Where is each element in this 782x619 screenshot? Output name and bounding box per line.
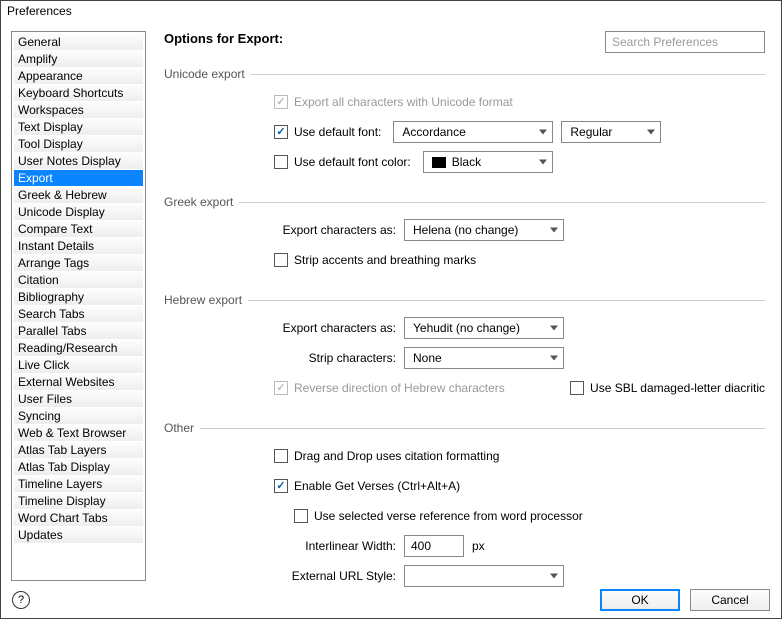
legend-hebrew: Hebrew export — [164, 293, 248, 307]
sidebar-item-user-files[interactable]: User Files — [14, 391, 143, 408]
select-font-style[interactable]: Regular — [561, 121, 661, 143]
sidebar-item-live-click[interactable]: Live Click — [14, 357, 143, 374]
label-external-url-style: External URL Style: — [164, 569, 404, 583]
select-font-color[interactable]: Black — [423, 151, 553, 173]
select-strip-characters[interactable]: None — [404, 347, 564, 369]
sidebar-item-user-notes-display[interactable]: User Notes Display — [14, 153, 143, 170]
sidebar-item-appearance[interactable]: Appearance — [14, 68, 143, 85]
preferences-sidebar: GeneralAmplifyAppearanceKeyboard Shortcu… — [11, 31, 146, 581]
cancel-button[interactable]: Cancel — [690, 589, 770, 611]
ok-button[interactable]: OK — [600, 589, 680, 611]
select-greek-export-as[interactable]: Helena (no change) — [404, 219, 564, 241]
label-use-selected-verse: Use selected verse reference from word p… — [308, 509, 583, 523]
sidebar-item-syncing[interactable]: Syncing — [14, 408, 143, 425]
label-use-default-font: Use default font: — [288, 125, 381, 139]
select-external-url-style[interactable] — [404, 565, 564, 587]
page-title: Options for Export: — [164, 31, 283, 46]
label-drag-drop-citation: Drag and Drop uses citation formatting — [288, 449, 499, 463]
label-strip-characters: Strip characters: — [164, 351, 404, 365]
sidebar-item-instant-details[interactable]: Instant Details — [14, 238, 143, 255]
sidebar-item-arrange-tags[interactable]: Arrange Tags — [14, 255, 143, 272]
label-use-default-font-color: Use default font color: — [288, 155, 411, 169]
sidebar-item-atlas-tab-display[interactable]: Atlas Tab Display — [14, 459, 143, 476]
window-title: Preferences — [1, 1, 781, 21]
legend-unicode: Unicode export — [164, 67, 251, 81]
label-interlinear-width: Interlinear Width: — [164, 539, 404, 553]
checkbox-use-default-font[interactable] — [274, 125, 288, 139]
legend-greek: Greek export — [164, 195, 239, 209]
select-hebrew-export-as[interactable]: Yehudit (no change) — [404, 317, 564, 339]
checkbox-reverse-hebrew — [274, 381, 288, 395]
sidebar-item-tool-display[interactable]: Tool Display — [14, 136, 143, 153]
group-unicode: Unicode export Export all characters wit… — [164, 67, 765, 175]
label-sbl-diacritic: Use SBL damaged-letter diacritic — [584, 381, 765, 395]
sidebar-item-text-display[interactable]: Text Display — [14, 119, 143, 136]
sidebar-item-bibliography[interactable]: Bibliography — [14, 289, 143, 306]
sidebar-item-keyboard-shortcuts[interactable]: Keyboard Shortcuts — [14, 85, 143, 102]
sidebar-item-amplify[interactable]: Amplify — [14, 51, 143, 68]
label-hebrew-export-as: Export characters as: — [164, 321, 404, 335]
label-px: px — [464, 539, 485, 553]
sidebar-item-web-text-browser[interactable]: Web & Text Browser — [14, 425, 143, 442]
main-panel: Options for Export: Unicode export Expor… — [146, 31, 771, 581]
checkbox-use-selected-verse[interactable] — [294, 509, 308, 523]
search-input[interactable] — [605, 31, 765, 53]
sidebar-item-general[interactable]: General — [14, 34, 143, 51]
input-interlinear-width[interactable] — [404, 535, 464, 557]
sidebar-item-export[interactable]: Export — [14, 170, 143, 187]
sidebar-item-greek-hebrew[interactable]: Greek & Hebrew — [14, 187, 143, 204]
checkbox-enable-get-verses[interactable] — [274, 479, 288, 493]
help-icon[interactable]: ? — [12, 591, 30, 609]
sidebar-item-parallel-tabs[interactable]: Parallel Tabs — [14, 323, 143, 340]
group-hebrew: Hebrew export Export characters as: Yehu… — [164, 293, 765, 401]
group-other: Other Drag and Drop uses citation format… — [164, 421, 765, 589]
sidebar-item-workspaces[interactable]: Workspaces — [14, 102, 143, 119]
sidebar-item-reading-research[interactable]: Reading/Research — [14, 340, 143, 357]
sidebar-item-search-tabs[interactable]: Search Tabs — [14, 306, 143, 323]
select-font[interactable]: Accordance — [393, 121, 553, 143]
sidebar-item-compare-text[interactable]: Compare Text — [14, 221, 143, 238]
label-greek-export-as: Export characters as: — [164, 223, 404, 237]
group-greek: Greek export Export characters as: Helen… — [164, 195, 765, 273]
sidebar-item-timeline-display[interactable]: Timeline Display — [14, 493, 143, 510]
sidebar-item-atlas-tab-layers[interactable]: Atlas Tab Layers — [14, 442, 143, 459]
checkbox-drag-drop-citation[interactable] — [274, 449, 288, 463]
checkbox-strip-accents[interactable] — [274, 253, 288, 267]
checkbox-export-all-unicode — [274, 95, 288, 109]
sidebar-item-external-websites[interactable]: External Websites — [14, 374, 143, 391]
label-enable-get-verses: Enable Get Verses (Ctrl+Alt+A) — [288, 479, 460, 493]
label-export-all-unicode: Export all characters with Unicode forma… — [288, 95, 513, 109]
label-strip-accents: Strip accents and breathing marks — [288, 253, 476, 267]
checkbox-use-default-font-color[interactable] — [274, 155, 288, 169]
sidebar-item-updates[interactable]: Updates — [14, 527, 143, 544]
label-reverse-hebrew: Reverse direction of Hebrew characters — [288, 381, 505, 395]
sidebar-item-unicode-display[interactable]: Unicode Display — [14, 204, 143, 221]
legend-other: Other — [164, 421, 200, 435]
sidebar-item-timeline-layers[interactable]: Timeline Layers — [14, 476, 143, 493]
sidebar-item-word-chart-tabs[interactable]: Word Chart Tabs — [14, 510, 143, 527]
checkbox-sbl-diacritic[interactable] — [570, 381, 584, 395]
sidebar-item-citation[interactable]: Citation — [14, 272, 143, 289]
